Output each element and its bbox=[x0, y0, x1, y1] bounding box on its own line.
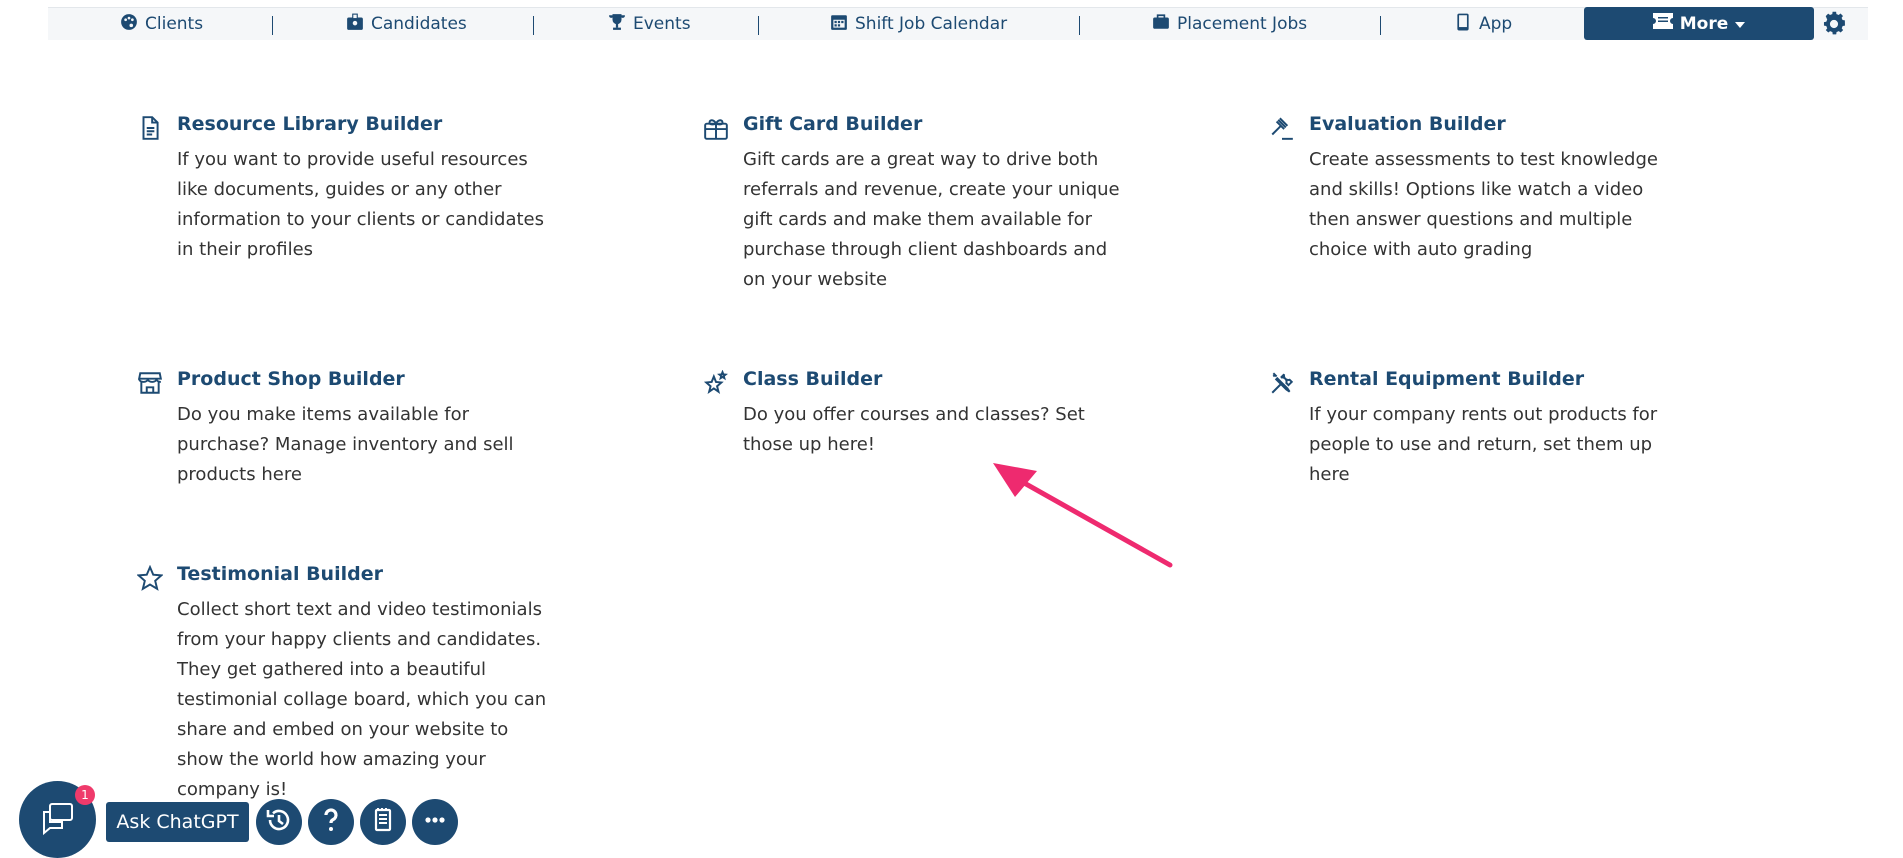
builder-description: Collect short text and video testimonial… bbox=[177, 599, 547, 800]
history-button[interactable] bbox=[256, 799, 302, 845]
builder-title[interactable]: Class Builder bbox=[743, 368, 882, 390]
ellipsis-icon bbox=[420, 805, 450, 839]
nav-events[interactable]: Events bbox=[608, 8, 691, 40]
nav-separator bbox=[533, 16, 534, 35]
chat-icon bbox=[38, 798, 78, 842]
builder-description: Do you offer courses and classes? Set th… bbox=[743, 404, 1085, 455]
nav-separator bbox=[272, 16, 273, 35]
question-icon bbox=[316, 805, 346, 839]
builder-title[interactable]: Resource Library Builder bbox=[177, 113, 442, 135]
nav-placement-jobs-label: Placement Jobs bbox=[1177, 14, 1308, 34]
gear-icon bbox=[1820, 11, 1848, 42]
help-button[interactable] bbox=[308, 799, 354, 845]
builder-title[interactable]: Evaluation Builder bbox=[1309, 113, 1506, 135]
builder-title[interactable]: Rental Equipment Builder bbox=[1309, 368, 1584, 390]
ticket-icon bbox=[1652, 12, 1674, 35]
ask-chatgpt-button[interactable]: Ask ChatGPT bbox=[106, 802, 249, 842]
briefcase-icon bbox=[1152, 13, 1170, 36]
notes-button[interactable] bbox=[360, 799, 406, 845]
nav-shift-job-calendar-label: Shift Job Calendar bbox=[855, 14, 1008, 34]
nav-separator bbox=[1079, 16, 1080, 35]
palette-icon bbox=[120, 13, 138, 36]
notepad-icon bbox=[368, 805, 398, 839]
document-icon bbox=[137, 115, 163, 141]
settings-gear-button[interactable] bbox=[1820, 10, 1848, 38]
more-options-button[interactable] bbox=[412, 799, 458, 845]
nav-candidates-label: Candidates bbox=[371, 14, 467, 34]
nav-separator bbox=[1380, 16, 1381, 35]
trophy-icon bbox=[608, 13, 626, 36]
caret-down-icon bbox=[1734, 14, 1746, 34]
nav-shift-job-calendar[interactable]: Shift Job Calendar bbox=[830, 8, 1007, 40]
notification-badge: 1 bbox=[75, 785, 95, 805]
nav-events-label: Events bbox=[633, 14, 691, 34]
nav-placement-jobs[interactable]: Placement Jobs bbox=[1152, 8, 1307, 40]
shop-icon bbox=[137, 370, 163, 396]
builder-title[interactable]: Testimonial Builder bbox=[177, 563, 383, 585]
builder-description: If your company rents out products for p… bbox=[1309, 404, 1658, 485]
builder-title[interactable]: Product Shop Builder bbox=[177, 368, 405, 390]
calendar-icon bbox=[830, 13, 848, 36]
tools-icon bbox=[1269, 370, 1295, 396]
builder-title[interactable]: Gift Card Builder bbox=[743, 113, 922, 135]
builder-description: If you want to provide useful resources … bbox=[177, 149, 544, 260]
stars-icon bbox=[703, 369, 729, 396]
gift-card-icon bbox=[703, 115, 729, 141]
gavel-icon bbox=[1269, 115, 1295, 141]
more-label: More bbox=[1679, 13, 1729, 34]
nav-clients[interactable]: Clients bbox=[120, 8, 203, 40]
nav-app-label: App bbox=[1479, 14, 1513, 34]
nav-app[interactable]: App bbox=[1454, 8, 1512, 40]
builder-description: Do you make items available for purchase… bbox=[177, 404, 514, 485]
id-badge-icon bbox=[346, 13, 364, 36]
star-icon bbox=[136, 564, 164, 591]
nav-clients-label: Clients bbox=[145, 14, 204, 34]
nav-candidates[interactable]: Candidates bbox=[346, 8, 467, 40]
more-menu-button[interactable]: More bbox=[1584, 7, 1814, 40]
mobile-icon bbox=[1454, 13, 1472, 36]
builder-description: Create assessments to test knowledge and… bbox=[1309, 149, 1658, 260]
builder-description: Gift cards are a great way to drive both… bbox=[743, 149, 1120, 290]
annotation-arrow-icon bbox=[993, 463, 1173, 568]
nav-separator bbox=[758, 16, 759, 35]
history-icon bbox=[264, 805, 294, 839]
